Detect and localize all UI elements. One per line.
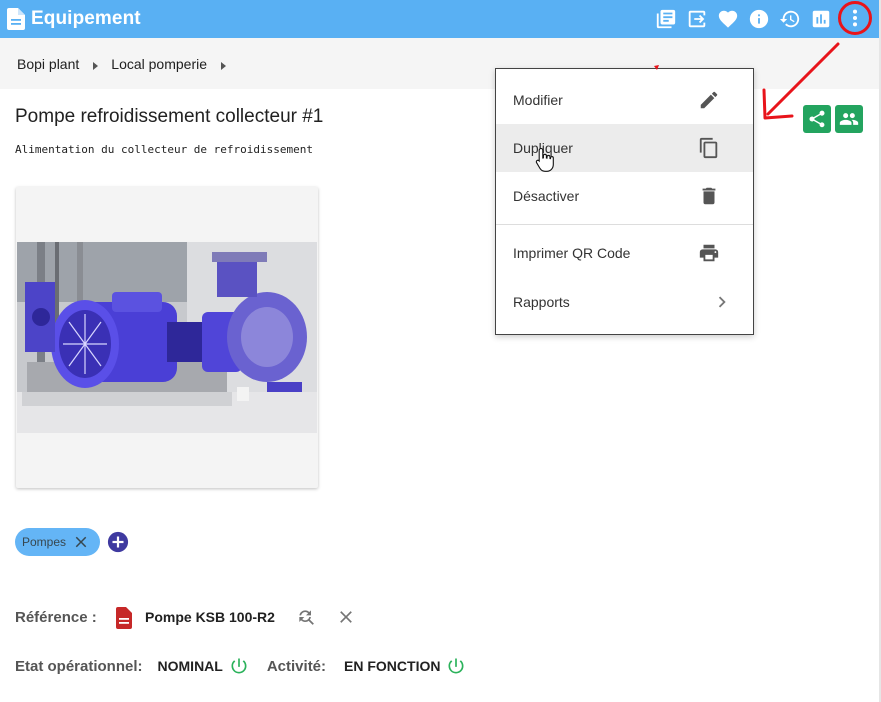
equipment-description: Alimentation du collecteur de refroidiss… bbox=[15, 143, 314, 156]
close-icon[interactable] bbox=[72, 533, 90, 551]
copy-icon bbox=[699, 137, 718, 159]
reference-value[interactable]: Pompe KSB 100-R2 bbox=[145, 609, 275, 625]
equipment-title: Pompe refroidissement collecteur #1 bbox=[15, 106, 324, 127]
info-icon bbox=[749, 9, 769, 29]
favorite-button[interactable] bbox=[713, 4, 743, 34]
document-icon bbox=[7, 8, 25, 30]
trash-icon bbox=[702, 187, 716, 205]
menu-item-label: Rapports bbox=[513, 294, 570, 310]
breadcrumb-separator-icon bbox=[93, 61, 99, 70]
menu-item-label: Imprimer QR Code bbox=[513, 245, 631, 261]
hand-cursor-icon bbox=[535, 147, 554, 172]
breadcrumb-item[interactable]: Bopi plant bbox=[17, 56, 79, 72]
app-header: Equipement bbox=[0, 0, 879, 38]
history-button[interactable] bbox=[775, 4, 805, 34]
menu-divider bbox=[496, 224, 753, 225]
clear-reference-icon[interactable] bbox=[336, 607, 356, 627]
more-vert-icon bbox=[852, 9, 858, 27]
tag-label: Pompes bbox=[22, 535, 67, 549]
annotation-arrow bbox=[762, 42, 840, 120]
library-icon bbox=[656, 9, 676, 29]
info-button[interactable] bbox=[744, 4, 774, 34]
pencil-icon bbox=[700, 91, 718, 109]
activity-label: Activité: bbox=[266, 657, 327, 675]
tag-chip[interactable]: Pompes bbox=[15, 528, 100, 556]
power-icon[interactable] bbox=[446, 656, 466, 676]
more-button[interactable] bbox=[838, 1, 872, 35]
heart-icon bbox=[718, 10, 738, 28]
pdf-icon bbox=[116, 607, 132, 629]
breadcrumb-separator-icon bbox=[221, 61, 227, 70]
menu-item-rapports[interactable]: Rapports bbox=[496, 278, 753, 326]
stats-button[interactable] bbox=[806, 4, 836, 34]
operational-state-label: Etat opérationnel: bbox=[15, 657, 143, 675]
operational-state-value: NOMINAL bbox=[157, 658, 223, 674]
chevron-right-icon bbox=[718, 296, 726, 308]
menu-item-desactiver[interactable]: Désactiver bbox=[496, 172, 753, 220]
add-tag-icon[interactable] bbox=[107, 531, 129, 553]
annotation-mark bbox=[654, 65, 659, 70]
printer-icon bbox=[699, 244, 719, 262]
sync-search-icon[interactable] bbox=[296, 607, 316, 627]
menu-item-label: Désactiver bbox=[513, 188, 580, 204]
activity-value: EN FONCTION bbox=[344, 658, 441, 674]
menu-item-imprimer-qr[interactable]: Imprimer QR Code bbox=[496, 229, 753, 277]
chart-icon bbox=[812, 10, 830, 28]
equipment-page: Equipement Bopi plant Local pomperie Pom… bbox=[0, 0, 881, 702]
menu-item-modifier[interactable]: Modifier bbox=[496, 76, 753, 124]
library-button[interactable] bbox=[651, 4, 681, 34]
equipment-photo[interactable] bbox=[17, 242, 317, 433]
menu-item-label: Modifier bbox=[513, 92, 563, 108]
exit-button[interactable] bbox=[682, 4, 712, 34]
page-title: Equipement bbox=[31, 8, 141, 29]
status-row: Etat opérationnel: NOMINAL Activité: EN … bbox=[15, 655, 466, 677]
exit-icon bbox=[688, 10, 706, 28]
pump-image bbox=[17, 242, 317, 433]
actions-menu: Modifier Dupliquer Désactiver Imprimer Q… bbox=[495, 68, 754, 335]
power-icon[interactable] bbox=[229, 656, 249, 676]
history-icon bbox=[779, 10, 800, 28]
breadcrumb-item[interactable]: Local pomperie bbox=[111, 56, 207, 72]
reference-label: Référence : bbox=[15, 609, 97, 626]
